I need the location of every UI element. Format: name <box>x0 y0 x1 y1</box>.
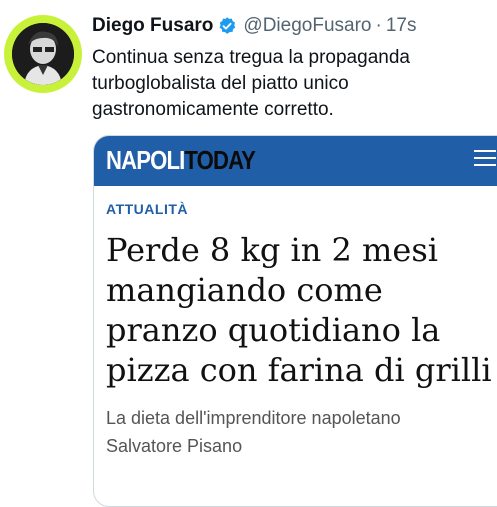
author-handle[interactable]: @DiegoFusaro <box>243 14 371 38</box>
profile-photo-icon <box>12 23 74 85</box>
headline-line: mangiando come <box>106 271 383 309</box>
avatar-photo <box>12 23 74 85</box>
site-logo-part1: NAPOLI <box>106 145 185 175</box>
headline-line: Perde 8 kg in 2 mesi <box>106 231 438 269</box>
author-name[interactable]: Diego Fusaro <box>92 14 213 38</box>
article-headline: Perde 8 kg in 2 mesi mangiando come pran… <box>106 230 497 390</box>
site-logo-part2: TODAY <box>184 145 256 175</box>
tweet-timestamp[interactable]: 17s <box>386 14 417 38</box>
article-section: ATTUALITÀ <box>106 201 188 217</box>
avatar[interactable] <box>4 15 82 93</box>
site-header: NAPOLITODAY <box>94 136 497 186</box>
tweet-text: Continua senza tregua la propaganda turb… <box>92 47 410 120</box>
link-preview-card[interactable]: NAPOLITODAY ATTUALITÀ Perde 8 kg in 2 me… <box>93 135 497 507</box>
verified-badge-icon <box>217 16 237 36</box>
subtitle-line: Salvatore Pisano <box>106 436 243 456</box>
headline-line: pizza con farina di grilli <box>106 351 492 389</box>
tweet-header: Diego Fusaro @DiegoFusaro · 17s <box>92 14 416 38</box>
site-logo: NAPOLITODAY <box>106 145 256 176</box>
article-subtitle: La dieta dell'imprenditore napoletano Sa… <box>106 404 497 460</box>
subtitle-line: La dieta dell'imprenditore napoletano <box>106 408 401 428</box>
hamburger-menu-icon[interactable] <box>474 150 496 168</box>
headline-line: pranzo quotidiano la <box>106 311 441 349</box>
separator-dot: · <box>375 15 382 36</box>
